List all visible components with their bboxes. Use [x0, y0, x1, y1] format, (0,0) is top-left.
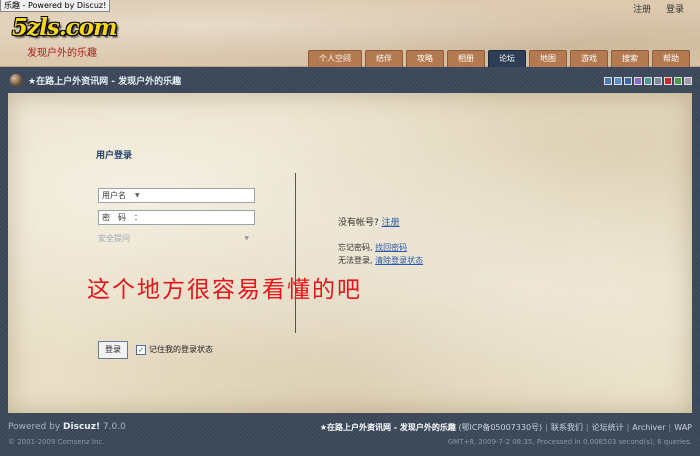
security-question-label: 安全提问 — [98, 234, 130, 243]
nav-tab-games[interactable]: 游戏 — [570, 50, 608, 67]
window-title-tooltip: 乐趣 - Powered by Discuz! — [0, 0, 111, 12]
nav-tab-companion[interactable]: 结伴 — [365, 50, 403, 67]
breadcrumb-bar: ★在路上户外资讯网 - 发现户外的乐趣 — [0, 68, 700, 92]
style-swatch-4[interactable] — [644, 77, 652, 85]
login-top-link[interactable]: 登录 — [666, 5, 684, 15]
wap-link[interactable]: WAP — [674, 423, 692, 432]
style-swatch-1[interactable] — [614, 77, 622, 85]
powered-prefix: Powered by — [8, 422, 61, 432]
style-swatch-6[interactable] — [664, 77, 672, 85]
password-field[interactable]: 密 码 ： — [98, 210, 255, 225]
username-label: 用户名 — [102, 191, 126, 200]
style-swatch-0[interactable] — [604, 77, 612, 85]
site-tagline: 发现户外的乐趣 — [27, 48, 97, 59]
powered-by: Powered by Discuz! 7.0.0 — [8, 422, 126, 432]
login-title: 用户登录 — [96, 151, 133, 161]
page-stats: GMT+8, 2009-7-2 08:35, Processed in 0.00… — [447, 438, 692, 446]
footer-links: ★在路上户外资讯网 - 发现户外的乐趣 (鄂ICP备05007330号) | 联系我… — [319, 423, 692, 432]
breadcrumb[interactable]: ★在路上户外资讯网 - 发现户外的乐趣 — [28, 74, 181, 87]
style-swatch-3[interactable] — [634, 77, 642, 85]
contact-us-link[interactable]: 联系我们 — [551, 423, 583, 432]
style-swatches — [604, 77, 692, 85]
archiver-link[interactable]: Archiver — [632, 423, 665, 432]
style-swatch-8[interactable] — [684, 77, 692, 85]
remember-label: 记住我的登录状态 — [149, 345, 213, 354]
discuz-link[interactable]: Discuz! — [63, 422, 100, 432]
header: 乐趣 - Powered by Discuz! 5zls.com 发现户外的乐趣… — [0, 0, 700, 67]
site-globe-icon — [10, 74, 22, 86]
remember-checkbox[interactable]: ✓ — [136, 344, 146, 355]
discuz-version: 7.0.0 — [102, 422, 126, 432]
nav-tab-album[interactable]: 相册 — [447, 50, 485, 67]
main-nav: 个人空间 结伴 攻略 相册 论坛 地图 游戏 搜索 帮助 — [308, 50, 690, 67]
style-swatch-7[interactable] — [674, 77, 682, 85]
nav-tab-search[interactable]: 搜索 — [611, 50, 649, 67]
security-question-select[interactable]: 安全提问 ▼ — [98, 232, 253, 245]
vertical-divider — [295, 173, 296, 333]
login-panel: 用户登录 用户名 ▼ 密 码 ： 安全提问 ▼ 没有帐号? 注册 忘记密码, 找… — [8, 93, 692, 413]
nav-tab-help[interactable]: 帮助 — [652, 50, 690, 67]
remember-me[interactable]: ✓ 记住我的登录状态 — [136, 344, 213, 355]
clear-login-state-link[interactable]: 清除登录状态 — [375, 256, 423, 265]
top-links: 注册 登录 — [621, 2, 684, 15]
no-account-text: 没有帐号? — [338, 218, 379, 228]
copyright: © 2001-2009 Comsenz Inc. — [8, 438, 105, 446]
password-label: 密 码 ： — [102, 213, 142, 222]
nav-tab-space[interactable]: 个人空间 — [308, 50, 362, 67]
style-swatch-5[interactable] — [654, 77, 662, 85]
style-swatch-2[interactable] — [624, 77, 632, 85]
recover-password-link[interactable]: 找回密码 — [375, 243, 407, 252]
username-field[interactable]: 用户名 ▼ — [98, 188, 255, 203]
forgot-text: 忘记密码, — [338, 243, 373, 252]
cannot-login-line: 无法登录, 清除登录状态 — [338, 255, 423, 266]
login-button[interactable]: 登录 — [98, 341, 128, 359]
nav-tab-guide[interactable]: 攻略 — [406, 50, 444, 67]
footer-site-name[interactable]: ★在路上户外资讯网 - 发现户外的乐趣 — [320, 423, 456, 432]
site-logo[interactable]: 5zls.com — [12, 14, 117, 41]
handwritten-annotation: 这个地方很容易看懂的吧 — [87, 277, 362, 303]
icp-link[interactable]: (鄂ICP备05007330号) — [458, 423, 542, 432]
username-dropdown-icon[interactable]: ▼ — [135, 189, 140, 202]
forum-stats-link[interactable]: 论坛统计 — [592, 423, 624, 432]
register-top-link[interactable]: 注册 — [633, 5, 651, 15]
chevron-down-icon: ▼ — [244, 235, 249, 242]
nav-tab-map[interactable]: 地图 — [529, 50, 567, 67]
register-link[interactable]: 注册 — [382, 218, 400, 228]
forgot-password-line: 忘记密码, 找回密码 — [338, 242, 407, 253]
nav-tab-forum[interactable]: 论坛 — [488, 50, 526, 67]
no-account-line: 没有帐号? 注册 — [338, 215, 400, 228]
cannot-login-text: 无法登录, — [338, 256, 373, 265]
